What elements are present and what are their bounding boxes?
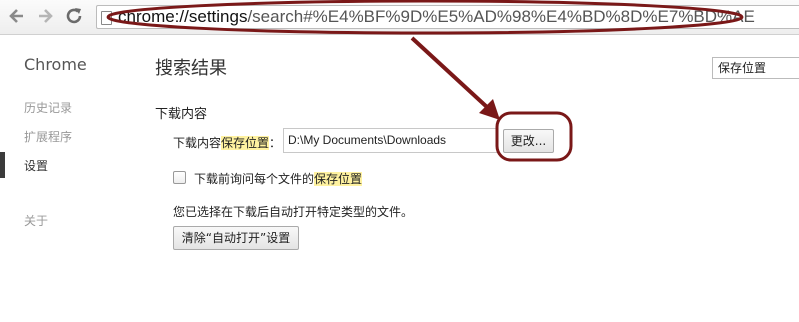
reload-icon[interactable]	[63, 5, 85, 27]
clear-auto-open-button[interactable]: 清除“自动打开”设置	[173, 226, 299, 250]
back-icon[interactable]	[6, 5, 28, 27]
annotation-overlay	[106, 0, 744, 162]
search-highlight: 保存位置	[221, 136, 270, 150]
ask-where-to-save-checkbox[interactable]	[173, 171, 186, 184]
auto-open-info: 您已选择在下载后自动打开特定类型的文件。	[173, 205, 414, 219]
url-path-settings: settings	[188, 7, 248, 26]
search-highlight: 保存位置	[314, 172, 363, 186]
sidebar-item-extensions[interactable]: 扩展程序	[24, 128, 72, 145]
url-scheme: chrome://	[118, 7, 189, 26]
annotation-arrow-head	[479, 99, 500, 120]
download-location-label-suffix: ：	[269, 136, 282, 150]
page-title: 搜索结果	[155, 58, 227, 79]
forward-icon[interactable]	[34, 5, 56, 27]
sidebar-title: Chrome	[24, 55, 87, 74]
downloads-section-title: 下载内容	[155, 107, 208, 122]
annotation-arrow-line	[410, 36, 490, 110]
active-nav-marker	[0, 152, 5, 178]
download-location-label: 下载内容保存位置：	[173, 134, 281, 151]
download-location-field[interactable]: D:\My Documents\Downloads	[283, 128, 498, 153]
change-location-button[interactable]: 更改...	[503, 129, 554, 153]
ask-where-to-save-label[interactable]: 下载前询问每个文件的保存位置	[194, 170, 363, 187]
download-location-label-prefix: 下载内容	[173, 136, 222, 150]
url-fragment: /search#%E4%BF%9D%E5%AD%98%E4%BD%8D%E7%B…	[247, 7, 755, 26]
ask-label-prefix: 下载前询问每个文件的	[194, 172, 315, 186]
settings-search-input[interactable]: 保存位置	[712, 57, 799, 79]
sidebar-item-about[interactable]: 关于	[24, 212, 48, 229]
page-icon	[101, 11, 112, 25]
sidebar-item-history[interactable]: 历史记录	[24, 99, 72, 116]
url-text[interactable]: chrome://settings/search#%E4%BF%9D%E5%AD…	[118, 4, 755, 30]
sidebar-item-settings[interactable]: 设置	[24, 157, 48, 174]
